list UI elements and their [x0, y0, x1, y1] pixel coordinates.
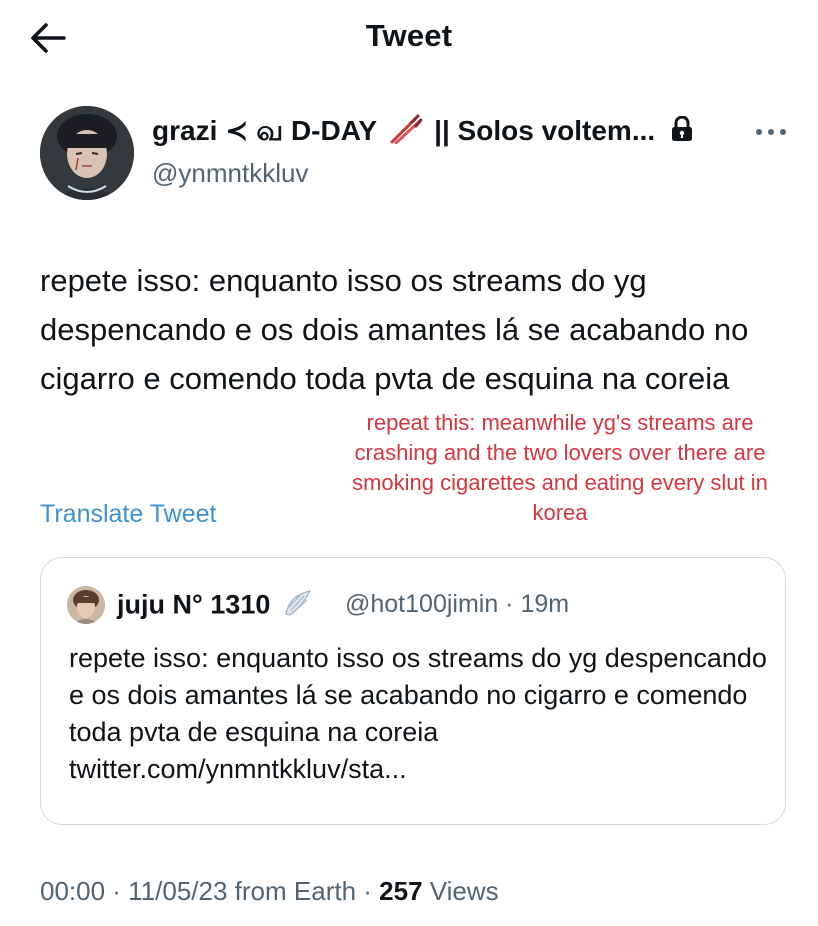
- author-username[interactable]: @ynmntkkluv: [152, 158, 308, 189]
- views-count[interactable]: 257: [379, 876, 422, 906]
- top-bar: Tweet: [0, 0, 818, 78]
- author-avatar[interactable]: [40, 106, 134, 200]
- tweet-metadata: 00:00 · 11/05/23 from Earth · 257 Views: [40, 876, 499, 907]
- translate-tweet-link[interactable]: Translate Tweet: [40, 500, 216, 529]
- author-display-name[interactable]: grazi ≺ வ D-DAY || Solos voltem...: [152, 114, 693, 151]
- tweet-text: repete isso: enquanto isso os streams do…: [40, 263, 749, 396]
- chopsticks-icon: [388, 114, 423, 151]
- translation-overlay: repeat this: meanwhile yg's streams are …: [352, 410, 768, 525]
- quoted-display-name: juju N° 1310: [117, 588, 312, 625]
- ellipsis-icon: [756, 129, 786, 135]
- wing-icon: [282, 588, 312, 625]
- timestamp-source: 00:00 · 11/05/23 from Earth ·: [40, 876, 380, 906]
- quoted-handle-time: @hot100jimin · 19m: [345, 590, 570, 618]
- lock-icon: [671, 115, 693, 149]
- quoted-tweet-card[interactable]: juju N° 1310 @hot100jimin · 19m repete i…: [40, 557, 786, 825]
- quoted-name-text: juju N° 1310: [117, 589, 271, 620]
- quoted-tweet-text: repete isso: enquanto isso os streams do…: [69, 643, 767, 784]
- author-name-part2: || Solos voltem...: [434, 115, 656, 146]
- author-name-part1: grazi ≺ வ D-DAY: [152, 115, 377, 146]
- views-label: Views: [422, 876, 499, 906]
- page-title: Tweet: [365, 18, 453, 53]
- quoted-author-avatar: [67, 586, 105, 624]
- more-options-button[interactable]: [754, 124, 788, 140]
